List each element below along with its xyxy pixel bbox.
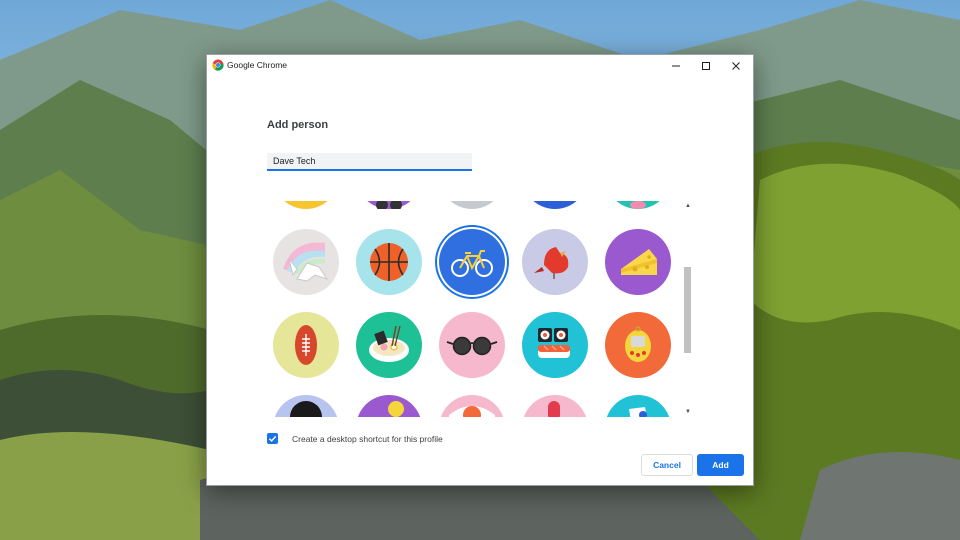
avatar-white-orange[interactable] (439, 395, 505, 417)
blue-white-icon (629, 407, 647, 417)
desktop-shortcut-option[interactable]: Create a desktop shortcut for this profi… (267, 433, 443, 444)
red-shape-icon (548, 401, 560, 417)
avatar-dark-ball[interactable] (273, 395, 339, 417)
basketball-icon (370, 243, 408, 281)
avatar-grid-scrollbar[interactable]: ▲ ▼ (681, 201, 695, 417)
avatar-pink-red[interactable] (522, 395, 588, 417)
scroll-up-arrow-icon[interactable]: ▲ (681, 201, 695, 211)
close-icon (732, 62, 740, 70)
add-person-dialog: Google Chrome Add person Dave Tech ▲ ▼ C… (206, 54, 754, 486)
sunglasses-icon (446, 336, 498, 356)
football-icon (295, 325, 317, 365)
scroll-thumb[interactable] (684, 267, 691, 353)
bicycle-icon (451, 250, 493, 277)
ramen-bowl-icon (369, 325, 409, 362)
add-button[interactable]: Add (697, 454, 744, 476)
yellow-shape-icon (388, 401, 404, 417)
avatar-bicycle[interactable] (439, 229, 505, 295)
sunglasses-icon (376, 201, 402, 209)
pink-shape-icon (630, 201, 646, 209)
white-orange-icon (449, 406, 495, 417)
title-bar[interactable]: Google Chrome (207, 55, 753, 77)
avatar-grey[interactable] (439, 201, 505, 209)
dialog-heading: Add person (267, 119, 329, 131)
desktop-shortcut-checkbox[interactable] (267, 433, 278, 444)
checkmark-icon (268, 435, 277, 442)
avatar-tamagotchi[interactable] (605, 312, 671, 378)
avatar-grid[interactable] (267, 201, 677, 417)
avatar-cheese[interactable] (605, 229, 671, 295)
avatar-yellow[interactable] (273, 201, 339, 209)
cardinal-bird-icon (534, 247, 569, 279)
avatar-cardinal-bird[interactable] (522, 229, 588, 295)
sushi-icon (538, 328, 570, 358)
maximize-icon (702, 62, 710, 70)
avatar-basketball[interactable] (356, 229, 422, 295)
avatar-sushi[interactable] (522, 312, 588, 378)
scroll-down-arrow-icon[interactable]: ▼ (681, 407, 695, 417)
dark-ball-icon (290, 401, 322, 417)
avatar-blue-white[interactable] (605, 395, 671, 417)
avatar-purple-yellow[interactable] (356, 395, 422, 417)
person-name-input[interactable] (267, 153, 472, 171)
avatar-blue[interactable] (522, 201, 588, 209)
avatar-origami-unicorn[interactable] (273, 229, 339, 295)
avatar-ramen-bowl[interactable] (356, 312, 422, 378)
minimize-button[interactable] (661, 55, 691, 77)
cancel-button[interactable]: Cancel (641, 454, 693, 476)
close-button[interactable] (721, 55, 751, 77)
minimize-icon (672, 65, 680, 67)
chrome-logo-icon (212, 59, 224, 71)
desktop-shortcut-label: Create a desktop shortcut for this profi… (292, 433, 443, 444)
tamagotchi-icon (625, 326, 651, 362)
avatar-teal-pink[interactable] (605, 201, 671, 209)
origami-unicorn-icon (283, 242, 329, 282)
maximize-button[interactable] (691, 55, 721, 77)
avatar-sunglasses[interactable] (439, 312, 505, 378)
window-title: Google Chrome (227, 60, 288, 70)
cheese-icon (621, 249, 657, 275)
avatar-purple-sunglasses[interactable] (356, 201, 422, 209)
avatar-football[interactable] (273, 312, 339, 378)
